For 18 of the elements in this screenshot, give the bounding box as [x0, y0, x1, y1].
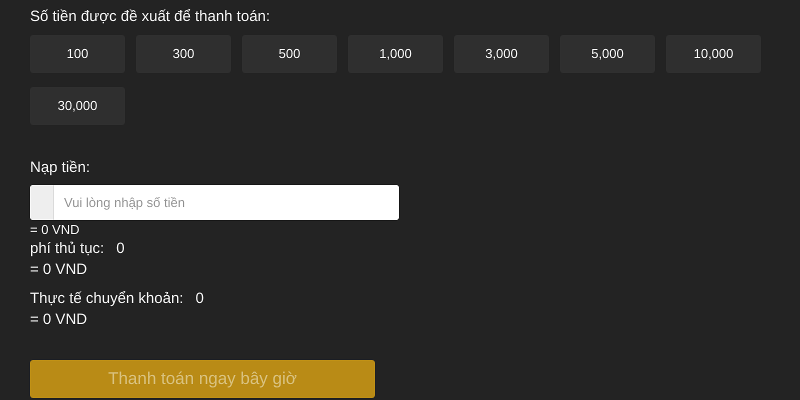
amount-button[interactable]: 100: [30, 34, 125, 72]
amount-button[interactable]: 500: [242, 34, 337, 72]
amount-button[interactable]: 30,000: [30, 86, 125, 124]
section-label: Số tiền được đề xuất để thanh toán:: [30, 7, 272, 27]
field-label: phí thủ tục:: [30, 239, 104, 259]
amount-button[interactable]: 300: [136, 34, 231, 72]
field-label: Thực tế chuyển khoản:: [30, 289, 184, 309]
amount-input-field[interactable]: Vui lòng nhập số tiền: [30, 185, 399, 220]
amount-button[interactable]: 3,000: [454, 34, 549, 72]
amount-button[interactable]: 1,000: [348, 34, 443, 72]
converted-amount: = 0 VND: [30, 260, 88, 280]
converted-amount: = 0 VND: [30, 222, 80, 238]
field-value: 0: [116, 239, 125, 259]
amount-button[interactable]: 5,000: [560, 34, 655, 72]
amount-button[interactable]: 10,000: [666, 34, 761, 72]
field-label: Nạp tiền:: [30, 158, 92, 178]
field-value: 0: [195, 289, 204, 309]
converted-amount: = 0 VND: [30, 310, 88, 330]
